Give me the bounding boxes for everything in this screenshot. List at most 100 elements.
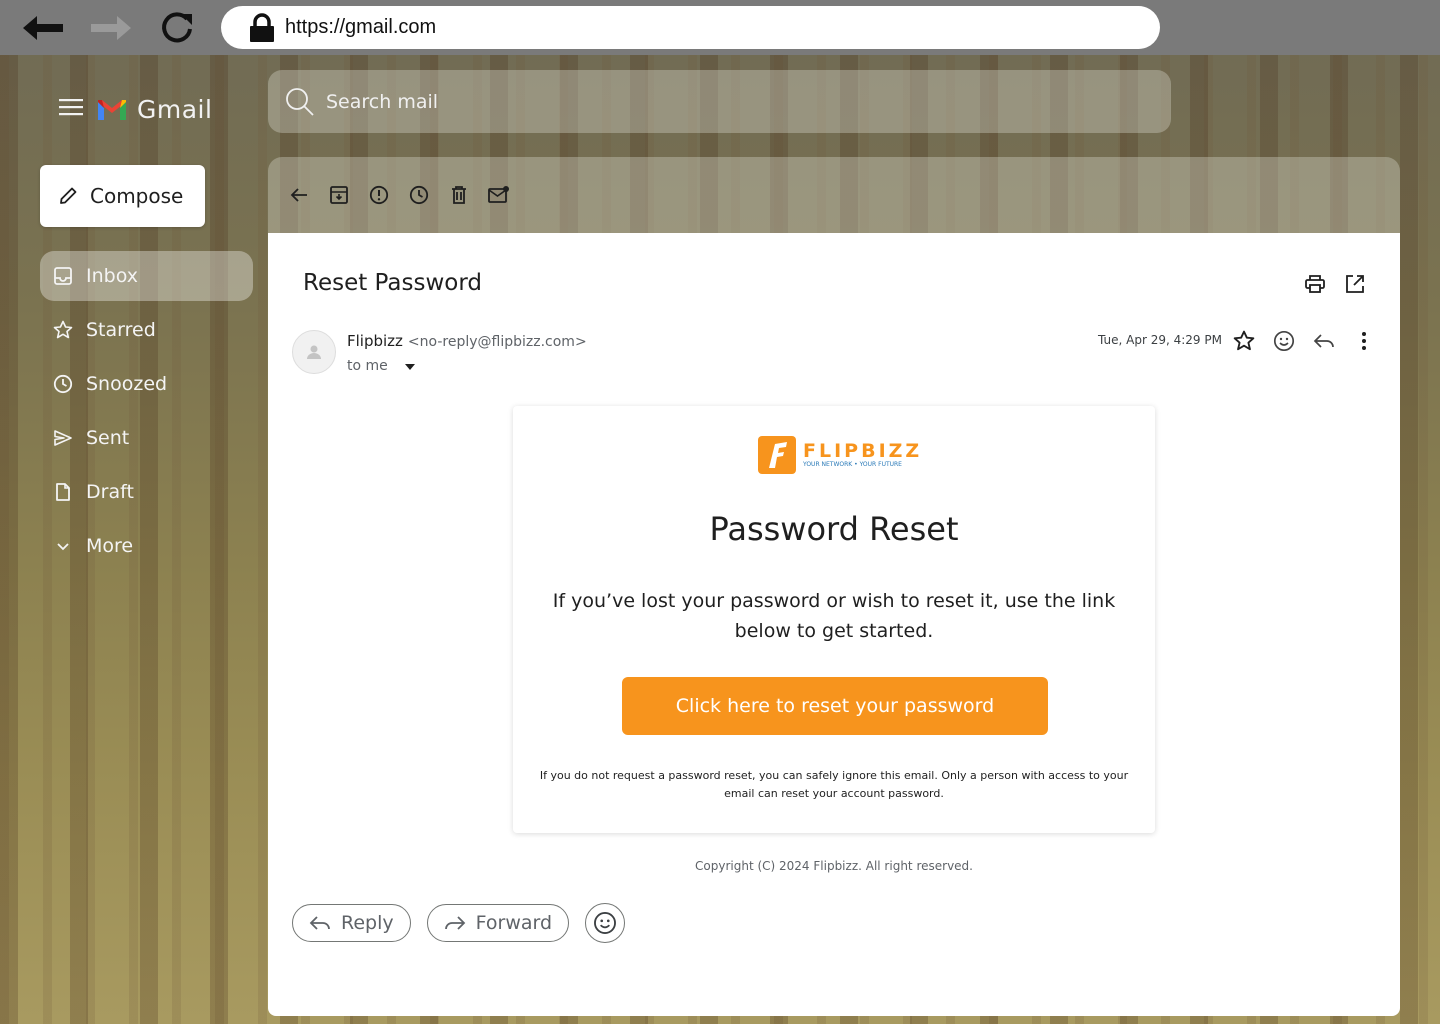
reload-icon — [162, 12, 192, 43]
sender-email: <no-reply@flipbizz.com> — [407, 334, 587, 350]
file-icon — [52, 481, 74, 503]
sidebar-item-label: Sent — [86, 427, 130, 449]
sidebar-item-label: Snoozed — [86, 373, 168, 395]
compose-label: Compose — [90, 184, 184, 208]
gmail-logo[interactable]: Gmail — [97, 95, 212, 124]
sidebar-item-label: Inbox — [86, 265, 138, 287]
browser-toolbar: https://gmail.com — [0, 0, 1440, 55]
more-options-button[interactable] — [1352, 329, 1376, 353]
gmail-m-icon — [98, 99, 126, 120]
reply-label: Reply — [341, 912, 394, 934]
lock-icon — [250, 12, 274, 42]
folder-list: Inbox Starred Snoozed Sent Draft More — [40, 251, 253, 575]
search-icon[interactable] — [284, 86, 316, 118]
emoji-icon — [594, 912, 617, 934]
copyright-text: Copyright (C) 2024 Flipbizz. All right r… — [695, 859, 973, 873]
url-text: https://gmail.com — [285, 16, 437, 38]
sidebar-item-draft[interactable]: Draft — [40, 467, 253, 517]
sidebar-item-label: More — [86, 535, 134, 557]
message-note: If you do not request a password reset, … — [539, 769, 1129, 800]
reply-icon — [309, 916, 330, 930]
forward-label: Forward — [475, 912, 553, 934]
message-title: Password Reset — [709, 510, 959, 548]
sender-info: Flipbizz <no-reply@flipbizz.com> — [347, 332, 587, 350]
star-icon — [52, 319, 74, 341]
pencil-icon — [60, 187, 77, 204]
recipient-info: to me — [347, 356, 416, 375]
brand-tagline: YOUR NETWORK • YOUR FUTURE — [803, 461, 902, 468]
flipbizz-logo-icon — [758, 436, 796, 474]
reply-pill-button[interactable]: Reply — [292, 904, 411, 942]
back-to-inbox-button[interactable] — [288, 184, 310, 206]
search-input[interactable] — [326, 90, 1126, 113]
sidebar-item-inbox[interactable]: Inbox — [40, 251, 253, 301]
forward-pill-button[interactable]: Forward — [426, 904, 570, 942]
caret-down-icon — [404, 364, 415, 370]
arrow-left-icon — [23, 16, 63, 40]
search-bar — [268, 70, 1171, 133]
email-subject: Reset Password — [303, 270, 482, 296]
sidebar-item-label: Draft — [86, 481, 134, 503]
reply-button[interactable] — [1312, 329, 1336, 353]
clock-icon — [52, 373, 74, 395]
arrow-right-icon — [91, 16, 131, 40]
delete-button[interactable] — [448, 184, 470, 206]
archive-icon — [330, 186, 348, 204]
chevron-down-icon — [52, 535, 74, 557]
browser-forward-button[interactable] — [88, 6, 134, 50]
open-in-new-window-button[interactable] — [1344, 273, 1366, 295]
mark-unread-button[interactable] — [488, 184, 510, 206]
star-button[interactable] — [1232, 329, 1256, 353]
snooze-icon — [409, 185, 429, 205]
show-details-button[interactable] — [404, 356, 416, 375]
main-menu-button[interactable] — [58, 97, 84, 121]
report-spam-button[interactable] — [368, 184, 390, 206]
print-button[interactable] — [1304, 273, 1326, 295]
browser-reload-button[interactable] — [154, 6, 200, 50]
delete-icon — [452, 186, 466, 204]
message-body: If you’ve lost your password or wish to … — [552, 590, 1116, 642]
external-link-icon — [1346, 275, 1364, 293]
message-view: Reset Password Flipbizz <no-reply@flipbi… — [268, 233, 1400, 1016]
sidebar-item-sent[interactable]: Sent — [40, 413, 253, 463]
send-icon — [52, 427, 74, 449]
emoji-reaction-button[interactable] — [585, 903, 626, 943]
archive-button[interactable] — [328, 184, 350, 206]
emoji-icon — [1273, 330, 1295, 352]
email-content-card: FLIPBIZZ YOUR NETWORK • YOUR FUTURE Pass… — [513, 406, 1155, 833]
add-reaction-button[interactable] — [1272, 329, 1296, 353]
brand-name: FLIPBIZZ — [803, 440, 923, 462]
email-date: Tue, Apr 29, 4:29 PM — [1098, 333, 1222, 347]
mark-unread-icon — [488, 186, 509, 203]
address-bar[interactable]: https://gmail.com — [221, 6, 1160, 49]
subject-actions — [1304, 273, 1366, 295]
message-toolbar — [268, 157, 1400, 233]
recipient-text: to me — [347, 357, 388, 374]
app-name: Gmail — [137, 95, 213, 124]
more-vert-icon — [1362, 332, 1366, 350]
sender-avatar — [292, 330, 336, 374]
print-icon — [1305, 275, 1325, 293]
sidebar-item-label: Starred — [86, 319, 156, 341]
sidebar-item-more[interactable]: More — [40, 521, 253, 571]
hamburger-menu-icon — [59, 99, 83, 116]
sidebar-item-starred[interactable]: Starred — [40, 305, 253, 355]
sender-name: Flipbizz — [347, 332, 403, 350]
back-arrow-icon — [290, 188, 307, 202]
report-spam-icon — [369, 185, 389, 205]
reset-password-label: Click here to reset your password — [675, 695, 995, 717]
star-icon — [1233, 330, 1255, 351]
browser-back-button[interactable] — [20, 6, 66, 50]
inbox-icon — [52, 265, 74, 287]
brand-logo: FLIPBIZZ YOUR NETWORK • YOUR FUTURE — [758, 436, 922, 474]
forward-icon — [444, 916, 465, 930]
snooze-button[interactable] — [408, 184, 430, 206]
reset-password-button[interactable]: Click here to reset your password — [622, 677, 1048, 735]
reply-icon — [1313, 334, 1334, 348]
message-actions — [1232, 329, 1392, 353]
person-icon — [307, 345, 321, 359]
sidebar-item-snoozed[interactable]: Snoozed — [40, 359, 253, 409]
sidebar: Gmail Compose Inbox Starred Snoozed Sent… — [0, 55, 268, 1024]
reply-actions: Reply Forward — [292, 903, 626, 943]
compose-button[interactable]: Compose — [40, 165, 205, 227]
